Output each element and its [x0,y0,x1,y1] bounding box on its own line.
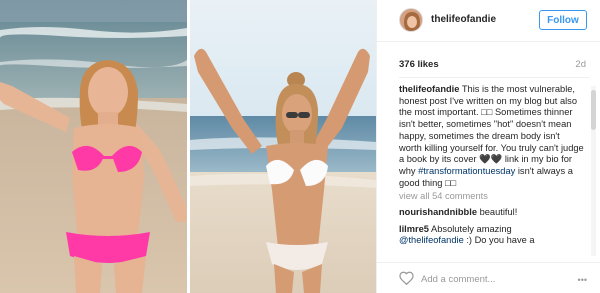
caption: thelifeofandie This is the most vulnerab… [399,84,584,189]
comment-item: nourishandnibble beautiful! [399,207,584,219]
comments-list[interactable]: thelifeofandie This is the most vulnerab… [399,84,584,262]
comment-username[interactable]: nourishandnibble [399,207,477,217]
header-username[interactable]: thelifeofandie [431,14,496,25]
comment-text: beautiful! [477,207,518,218]
avatar[interactable] [399,8,423,32]
comment-footer: ••• [377,262,600,293]
caption-text: This is the most vulnerable, honest post… [399,84,584,176]
add-comment-input[interactable] [421,272,561,286]
post-stats: 376 likes 2d [377,50,600,72]
comment-mention[interactable]: @thelifeofandie [399,235,464,245]
comment-username[interactable]: lilmre5 [399,224,429,234]
caption-hashtag[interactable]: #transformationtuesday [418,166,515,176]
more-options-icon[interactable]: ••• [578,275,587,285]
comments-scrollbar-thumb[interactable] [591,90,596,130]
comment-item: lilmre5 Absolutely amazing @thelifeofand… [399,224,584,247]
post-header: thelifeofandie Follow [377,0,600,42]
post-side-panel: thelifeofandie Follow 376 likes 2d theli… [376,0,600,293]
comment-text: :) Do you have a [463,235,535,246]
comment-text: Absolutely amazing [428,223,512,234]
likes-count[interactable]: 376 likes [399,59,439,70]
caption-username[interactable]: thelifeofandie [399,84,459,94]
heart-icon[interactable] [399,271,414,285]
after-photo [190,0,376,293]
view-all-comments-link[interactable]: view all 54 comments [399,191,584,203]
post-age[interactable]: 2d [575,59,586,70]
stats-divider [399,77,589,78]
follow-button[interactable]: Follow [539,10,587,30]
post-photo[interactable] [0,0,376,293]
before-photo [0,0,187,293]
